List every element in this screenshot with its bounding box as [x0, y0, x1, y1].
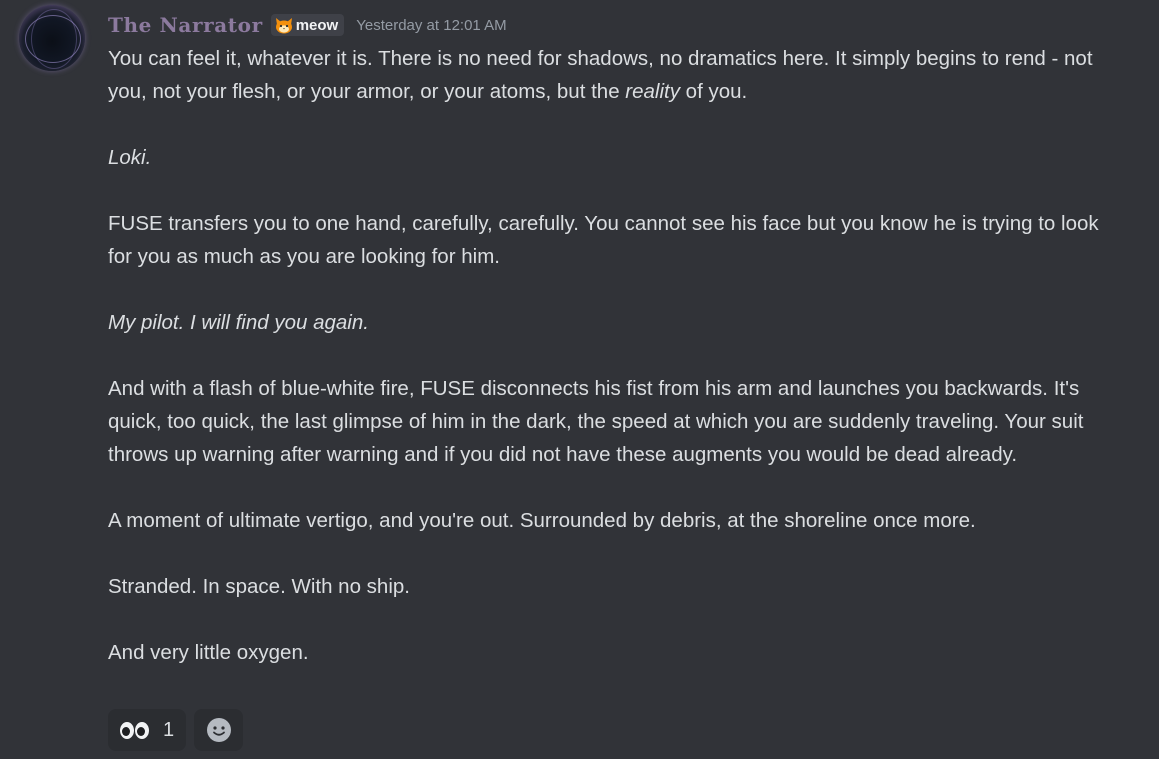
message-paragraph: A moment of ultimate vertigo, and you're…: [108, 509, 976, 532]
message-content: You can feel it, whatever it is. There i…: [108, 42, 1128, 669]
avatar-wisp: [31, 9, 77, 69]
author-avatar[interactable]: [19, 5, 85, 71]
add-reaction-button[interactable]: [194, 709, 244, 751]
guild-tag[interactable]: meow: [270, 14, 345, 36]
message-paragraph: And very little oxygen.: [108, 641, 309, 664]
message-paragraph: My pilot. I will find you again.: [108, 306, 1128, 339]
reaction-eyes[interactable]: 1: [108, 709, 187, 751]
paragraph-text: You can feel it, whatever it is. There i…: [108, 47, 1093, 103]
eye-right: [135, 721, 149, 739]
reaction-count: 1: [163, 718, 175, 741]
author-name[interactable]: The Narrator: [108, 13, 263, 37]
italic-text: reality: [625, 80, 680, 103]
italic-text: My pilot. I will find you again.: [108, 311, 369, 334]
message-timestamp[interactable]: Yesterday at 12:01 AM: [356, 17, 506, 34]
guild-tag-label: meow: [295, 16, 339, 34]
message-paragraph: Loki.: [108, 141, 1128, 174]
message-paragraph: And with a flash of blue-white fire, FUS…: [108, 377, 1084, 466]
cat-face-icon: [275, 17, 292, 33]
chat-message: The Narrator meow Yesterday at 12:01 AM …: [0, 0, 1159, 759]
eyes-icon: [120, 721, 149, 739]
reaction-bar: 1: [108, 709, 244, 751]
message-paragraph: FUSE transfers you to one hand, carefull…: [108, 212, 1099, 268]
message-header: The Narrator meow Yesterday at 12:01 AM: [108, 11, 507, 39]
italic-text: Loki.: [108, 146, 152, 169]
paragraph-text: of you.: [679, 80, 748, 103]
smiley-add-icon: [206, 718, 231, 742]
message-paragraph: Stranded. In space. With no ship.: [108, 575, 410, 598]
eye-left: [120, 721, 134, 739]
message-paragraph: You can feel it, whatever it is. There i…: [108, 42, 1128, 108]
